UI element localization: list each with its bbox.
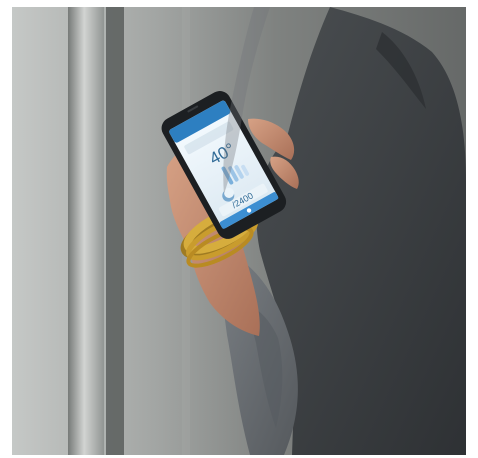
door-shadow [106, 7, 124, 455]
scene-illustration: 40° /2400 [12, 7, 466, 455]
door-frame [68, 7, 104, 455]
photo-frame: 40° /2400 [12, 7, 466, 455]
